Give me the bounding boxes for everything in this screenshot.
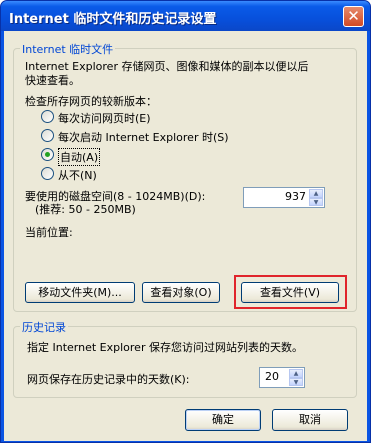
dialog-body: Internet 临时文件 Internet Explorer 存储网页、图像和… <box>4 31 367 441</box>
close-icon: ✕ <box>347 7 360 25</box>
radio-automatic[interactable] <box>41 148 54 161</box>
radio-label-every-visit: 每次访问网页时(E) <box>58 112 151 125</box>
temp-files-group: Internet 临时文件 Internet Explorer 存储网页、图像和… <box>13 41 357 312</box>
view-objects-button[interactable]: 查看对象(O) <box>142 282 220 303</box>
move-folder-button[interactable]: 移动文件夹(M)... <box>25 282 135 303</box>
move-folder-label: 移动文件夹(M)... <box>38 286 122 299</box>
radio-never[interactable] <box>41 167 54 180</box>
disk-space-recommend: (推荐: 50 - 250MB) <box>35 203 136 216</box>
disk-space-arrows[interactable]: ▲ ▼ <box>309 189 323 206</box>
history-days-value[interactable]: 20 <box>265 370 279 383</box>
disk-space-down-icon[interactable]: ▼ <box>309 197 323 206</box>
close-button[interactable]: ✕ <box>343 6 364 27</box>
temp-files-description-line2: 快速查看。 <box>25 74 80 87</box>
history-group: 历史记录 指定 Internet Explorer 保存您访问过网站列表的天数。… <box>13 319 357 398</box>
ok-button[interactable]: 确定 <box>185 409 261 431</box>
radio-every-start[interactable] <box>41 129 54 142</box>
check-newer-label: 检查所存网页的较新版本： <box>25 95 157 108</box>
history-days-arrows[interactable]: ▲ ▼ <box>289 369 303 386</box>
cancel-label: 取消 <box>299 413 321 426</box>
history-days-label: 网页保存在历史记录中的天数(K): <box>27 373 190 386</box>
radio-option-every-start[interactable]: 每次启动 Internet Explorer 时(S) <box>41 128 321 144</box>
history-days-down-icon[interactable]: ▼ <box>289 377 303 386</box>
disk-space-up-icon[interactable]: ▲ <box>309 189 323 198</box>
radio-label-never: 从不(N) <box>58 169 97 182</box>
window-title: Internet 临时文件和历史记录设置 <box>9 12 217 27</box>
history-days-up-icon[interactable]: ▲ <box>289 369 303 378</box>
ok-label: 确定 <box>212 413 234 426</box>
disk-space-stepper[interactable]: 937 ▲ ▼ <box>243 187 325 208</box>
history-description: 指定 Internet Explorer 保存您访问过网站列表的天数。 <box>27 341 303 354</box>
current-location-label: 当前位置: <box>25 226 73 239</box>
radio-option-never[interactable]: 从不(N) <box>41 166 161 182</box>
settings-window: Internet 临时文件和历史记录设置 ✕ Internet 临时文件 Int… <box>0 0 371 443</box>
temp-files-legend: Internet 临时文件 <box>20 41 116 57</box>
radio-label-every-start: 每次启动 Internet Explorer 时(S) <box>58 131 229 144</box>
radio-label-automatic: 自动(A) <box>58 148 101 166</box>
radio-option-every-visit[interactable]: 每次访问网页时(E) <box>41 109 261 125</box>
radio-option-automatic[interactable]: 自动(A) <box>41 147 161 166</box>
view-objects-label: 查看对象(O) <box>150 286 212 299</box>
history-days-stepper[interactable]: 20 ▲ ▼ <box>259 367 305 388</box>
cancel-button[interactable]: 取消 <box>272 409 348 431</box>
history-legend: 历史记录 <box>20 319 68 335</box>
radio-selected-dot <box>45 152 50 157</box>
radio-every-visit[interactable] <box>41 110 54 123</box>
title-bar[interactable]: Internet 临时文件和历史记录设置 ✕ <box>1 1 370 31</box>
highlight-box <box>234 275 347 309</box>
disk-space-value[interactable]: 937 <box>285 190 306 203</box>
